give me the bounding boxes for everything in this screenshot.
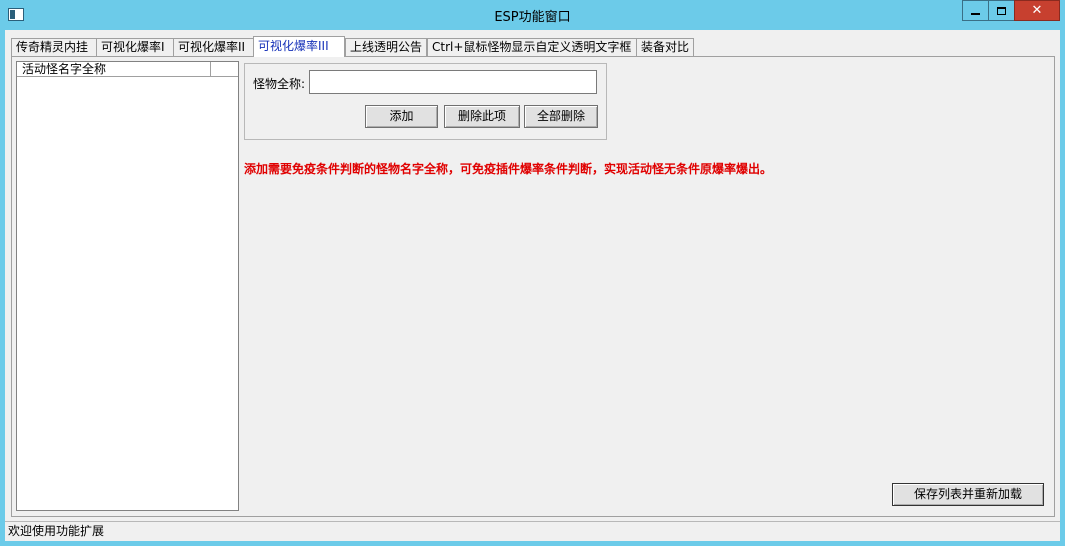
minimize-button[interactable] — [962, 0, 989, 21]
save-and-reload-button[interactable]: 保存列表并重新加载 — [892, 483, 1044, 506]
monster-name-label: 怪物全称: — [253, 77, 306, 91]
monster-entry-group: 怪物全称: 添加 删除此项 全部删除 — [244, 63, 607, 140]
tab-visual-droprate-2[interactable]: 可视化爆率II — [173, 38, 254, 57]
tab-visual-droprate-3[interactable]: 可视化爆率III — [253, 36, 345, 57]
tab-panel: 活动怪名字全称 怪物全称: 添加 删除此项 全部删除 添加需要免疫条件判断的怪物… — [11, 56, 1055, 517]
tab-legend-sprite-plugin[interactable]: 传奇精灵内挂 — [11, 38, 97, 57]
instruction-notice: 添加需要免疫条件判断的怪物名字全称，可免疫插件爆率条件判断，实现活动怪无条件原爆… — [244, 162, 773, 176]
window-title: ESP功能窗口 — [494, 10, 571, 25]
close-button[interactable]: ✕ — [1014, 0, 1060, 21]
maximize-icon — [997, 6, 1006, 15]
tab-equipment-compare[interactable]: 装备对比 — [636, 38, 694, 57]
delete-item-button[interactable]: 删除此项 — [444, 105, 520, 128]
status-bar: 欢迎使用功能扩展 — [5, 521, 1060, 541]
list-header: 活动怪名字全称 — [17, 62, 238, 77]
list-column-header-name[interactable]: 活动怪名字全称 — [17, 62, 211, 77]
monster-name-list[interactable]: 活动怪名字全称 — [16, 61, 239, 511]
delete-all-button[interactable]: 全部删除 — [524, 105, 598, 128]
monster-name-input[interactable] — [309, 70, 597, 94]
tab-ctrl-mouse-monster-textbox[interactable]: Ctrl+鼠标怪物显示自定义透明文字框 — [427, 38, 637, 57]
tab-login-transparent-notice[interactable]: 上线透明公告 — [345, 38, 427, 57]
minimize-icon — [971, 13, 980, 15]
list-column-header-filler[interactable] — [211, 62, 238, 77]
title-bar[interactable]: ESP功能窗口 ✕ — [0, 0, 1065, 30]
tab-visual-droprate-1[interactable]: 可视化爆率I — [96, 38, 174, 57]
add-button[interactable]: 添加 — [365, 105, 438, 128]
maximize-button[interactable] — [988, 0, 1015, 21]
close-icon: ✕ — [1031, 3, 1043, 18]
window-client-area: 传奇精灵内挂 可视化爆率I 可视化爆率II 可视化爆率III 上线透明公告 Ct… — [5, 30, 1060, 541]
